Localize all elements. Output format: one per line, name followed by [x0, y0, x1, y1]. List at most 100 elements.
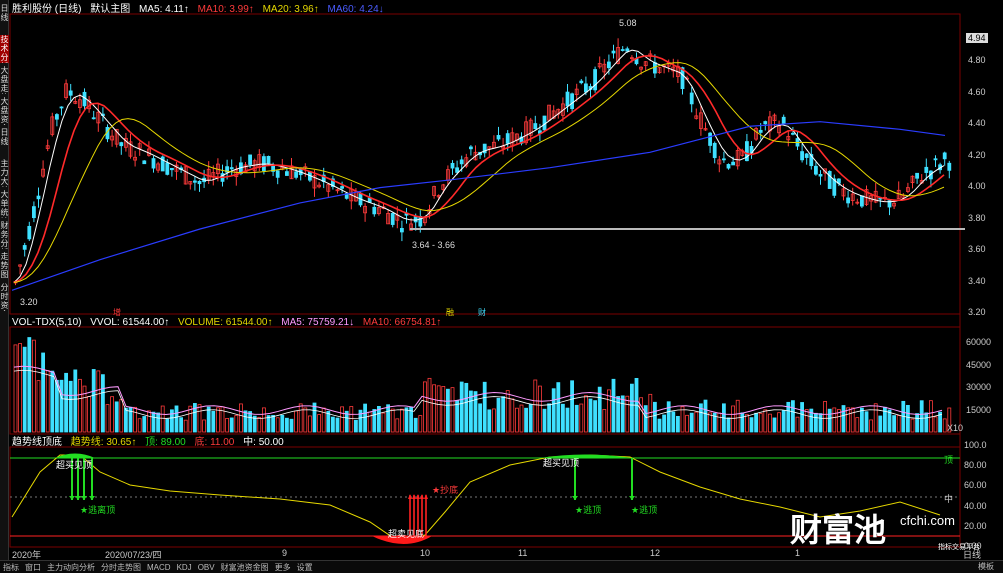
volume-bar: [330, 416, 335, 433]
volume-bar: [726, 417, 731, 433]
candle-body: [192, 180, 197, 183]
volume-bar: [450, 387, 455, 433]
volume-ma10-value: MA10: 66754.81↑: [362, 317, 442, 328]
volume-bar: [50, 370, 55, 433]
volume-bar: [418, 415, 423, 433]
date-tick-label: 11: [518, 548, 528, 558]
main-chart-label[interactable]: 默认主图: [90, 4, 130, 15]
volume-bar: [657, 418, 662, 433]
volume-bar: [620, 395, 625, 433]
ma10-value: MA10: 3.99↑: [197, 4, 254, 15]
volume-bar: [59, 379, 64, 433]
candle-body: [565, 91, 570, 107]
sell-arrow-head: [89, 496, 95, 500]
volume-bar: [823, 401, 827, 433]
watermark-sub: 指标交易平台: [938, 544, 980, 551]
volume-bar: [887, 409, 892, 433]
volume-bar: [763, 409, 768, 433]
bottom-tab[interactable]: KDJ: [177, 563, 192, 572]
candle-body: [625, 48, 630, 52]
volume-bar: [381, 412, 386, 433]
low-price-label: 3.20: [20, 297, 38, 307]
volume-bar: [473, 391, 478, 433]
volume-bar: [68, 380, 73, 433]
candle-body: [505, 133, 510, 144]
bottom-tab[interactable]: 主力动向分析: [47, 563, 95, 572]
volume-bar: [896, 415, 901, 433]
volume-bar: [556, 382, 561, 433]
volume-bar: [528, 403, 533, 433]
indicator-top: 顶: 89.00: [145, 437, 186, 448]
candle-body: [22, 245, 27, 250]
candle-body: [781, 116, 786, 124]
volume-bar: [197, 404, 202, 433]
watermark-logo: 财富池: [790, 512, 887, 548]
volume-bar: [919, 400, 924, 433]
volume-bar: [114, 401, 119, 433]
bottom-tab[interactable]: 财富池资金图: [221, 563, 269, 572]
candle-body: [800, 151, 804, 161]
chart-canvas[interactable]: [0, 0, 1003, 573]
volume-bar: [818, 413, 823, 433]
volume-bar: [478, 403, 483, 433]
volume-bar: [119, 399, 124, 433]
volume-bar: [579, 403, 584, 433]
candle-body: [607, 61, 611, 69]
volume-bar: [855, 417, 860, 433]
volume-bar: [160, 405, 165, 433]
ma20-line: [13, 62, 945, 284]
bottom-tab[interactable]: 设置: [297, 563, 313, 572]
volume-bar: [459, 381, 464, 433]
candle-body: [933, 158, 938, 161]
volume-bar: [827, 408, 832, 433]
bottom-tab[interactable]: MACD: [147, 563, 171, 572]
candle-body: [294, 171, 299, 178]
volume-bar: [708, 412, 712, 433]
volume-bar: [551, 388, 556, 433]
volume-bar: [372, 409, 377, 433]
escape-label-3: ★逃顶: [631, 505, 658, 515]
candle-body: [59, 106, 64, 109]
indicator-mid: 中: 50.00: [243, 437, 284, 448]
candle-body: [763, 121, 768, 125]
buy-arrow-head: [424, 494, 428, 499]
volume-bar: [41, 352, 45, 433]
axis-tick-label: 4.60: [968, 86, 986, 97]
bottom-tab[interactable]: OBV: [198, 563, 215, 572]
indicator-name[interactable]: 趋势线顶底: [12, 437, 62, 448]
candle-body: [593, 69, 597, 91]
event-marker-3[interactable]: 财: [478, 307, 486, 318]
volume-bar: [643, 405, 648, 433]
volume-bar: [781, 409, 786, 433]
bottom-tab[interactable]: 窗口: [25, 563, 41, 572]
volume-bar: [841, 405, 846, 433]
volume-bar: [174, 405, 179, 433]
volume-bar: [78, 378, 82, 433]
bottom-tab[interactable]: 更多: [275, 563, 291, 572]
candle-body: [818, 174, 823, 177]
indicator-panel-header: 趋势线顶底 趋势线: 30.65↑ 顶: 89.00 底: 11.00 中: 5…: [12, 436, 290, 449]
volume-bar: [602, 409, 607, 433]
bottom-tab[interactable]: 分时走势图: [101, 563, 141, 572]
template-button[interactable]: 模板: [978, 561, 994, 572]
bottom-tab[interactable]: 指标: [3, 563, 19, 572]
volume-bar: [45, 370, 50, 433]
candle-body: [942, 152, 947, 160]
candle-body: [814, 165, 818, 175]
candle-body: [947, 162, 952, 171]
event-marker-2[interactable]: 融: [446, 307, 454, 318]
volume-bar: [542, 408, 547, 433]
volume-bar: [298, 403, 303, 433]
axis-tick-label: 3.20: [968, 307, 986, 317]
volume-bar: [740, 412, 745, 433]
volume-indicator-name[interactable]: VOL-TDX(5,10): [12, 317, 81, 328]
volume-bar: [32, 339, 36, 433]
bottom-tab-bar: 指标 窗口 主力动向分析 分时走势图 MACD KDJ OBV 财富池资金图 更多 设置: [0, 560, 1003, 573]
stock-chart-window: 日线技术分析大盘走势大盘资金日线主力大单大单统计财务分析走势图分时资金 胜利股份…: [0, 0, 1003, 573]
volume-bar: [561, 403, 565, 433]
stock-name[interactable]: 胜利股份 (日线): [12, 4, 81, 15]
event-marker-1[interactable]: 增: [113, 307, 121, 318]
price-panel-header: 胜利股份 (日线) 默认主图 MA5: 4.11↑ MA10: 3.99↑ MA…: [12, 3, 390, 16]
axis-tick-label: 4.80: [968, 55, 986, 65]
volume-bar: [105, 404, 110, 433]
